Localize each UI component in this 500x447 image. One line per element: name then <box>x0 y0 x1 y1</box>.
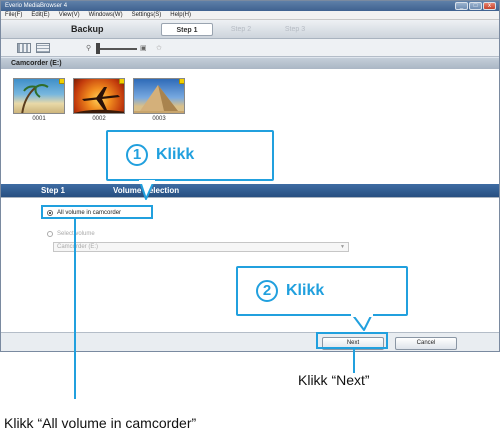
star-icon[interactable]: ✩ <box>156 44 162 52</box>
minimize-button[interactable]: _ <box>455 2 468 10</box>
list-view-icon[interactable] <box>36 43 50 53</box>
selected-marker-icon <box>119 79 124 84</box>
airplane-thumbnail-icon <box>74 87 124 113</box>
menu-edit[interactable]: Edit(E) <box>31 11 49 19</box>
callout-2: 2 Klikk <box>236 266 408 316</box>
toolbar: ⚲ ▣ ✩ <box>1 39 499 57</box>
menu-windows[interactable]: Windows(W) <box>89 11 123 19</box>
callout-2-pointer-join <box>351 313 373 317</box>
volume-dropdown[interactable]: Camcorder (E:) ▼ <box>53 242 349 252</box>
all-volume-leader-line <box>74 219 76 399</box>
callout-1-number: 1 <box>126 144 148 166</box>
step-3-tab: Step 3 <box>284 26 306 33</box>
annotation-all-volume: Klikk “All volume in camcorder” <box>4 415 197 431</box>
source-label: Camcorder (E:) <box>11 60 62 67</box>
callout-1-text: Klikk <box>156 146 195 163</box>
beach-thumbnail-icon <box>21 84 49 113</box>
all-volume-highlight <box>41 205 153 219</box>
step-label: Step 1 <box>41 186 66 195</box>
cancel-button[interactable]: Cancel <box>395 337 457 350</box>
close-button[interactable]: x <box>483 2 496 10</box>
callout-1: 1 Klikk <box>106 130 274 181</box>
zoom-slider-track[interactable] <box>99 48 137 50</box>
maximize-button[interactable]: □ <box>469 2 482 10</box>
backup-title: Backup <box>71 24 104 34</box>
thumbnail-view-icon[interactable] <box>17 43 31 53</box>
zoom-slider-handle[interactable] <box>96 43 100 54</box>
select-volume-radio[interactable] <box>47 231 53 237</box>
volume-selection-title: Volume Selection <box>113 186 180 195</box>
step-2-tab: Step 2 <box>230 26 252 33</box>
media-thumb-1-label: 0001 <box>32 116 46 122</box>
zoom-in-icon[interactable]: ▣ <box>140 44 147 52</box>
media-thumb-2-label: 0002 <box>92 116 106 122</box>
volume-selection-header: Step 1 Volume Selection <box>1 184 499 197</box>
menu-help[interactable]: Help(H) <box>170 11 191 19</box>
annotation-next: Klikk “Next” <box>298 372 370 388</box>
menu-file[interactable]: File(F) <box>5 11 22 19</box>
media-thumb-1[interactable] <box>13 78 65 114</box>
selected-marker-icon <box>179 79 184 84</box>
step-bar: Backup Step 1 Step 2 Step 3 <box>1 20 499 39</box>
media-thumb-3-label: 0003 <box>152 116 166 122</box>
next-highlight <box>316 332 388 349</box>
menu-settings[interactable]: Settings(S) <box>132 11 162 19</box>
selected-marker-icon <box>59 79 64 84</box>
window-title: Everio MediaBrowser 4 <box>5 3 68 9</box>
callout-1-pointer-join <box>139 180 155 184</box>
source-header: Camcorder (E:) <box>1 58 499 69</box>
pyramid-thumbnail-icon <box>134 85 184 113</box>
media-thumb-3[interactable] <box>133 78 185 114</box>
callout-2-text: Klikk <box>286 282 325 299</box>
step-1-tab: Step 1 <box>161 23 213 36</box>
menu-view[interactable]: View(V) <box>59 11 80 19</box>
chevron-down-icon: ▼ <box>340 244 345 250</box>
stage: Everio MediaBrowser 4 _ □ x File(F) Edit… <box>0 0 500 447</box>
zoom-out-icon[interactable]: ⚲ <box>86 44 91 52</box>
window-controls: _ □ x <box>455 2 496 10</box>
callout-2-number: 2 <box>256 280 278 302</box>
volume-dropdown-value: Camcorder (E:) <box>57 244 99 250</box>
title-bar: Everio MediaBrowser 4 _ □ x <box>1 1 499 11</box>
menu-bar: File(F) Edit(E) View(V) Windows(W) Setti… <box>1 11 499 20</box>
next-leader-line <box>353 349 355 373</box>
media-thumb-2[interactable] <box>73 78 125 114</box>
